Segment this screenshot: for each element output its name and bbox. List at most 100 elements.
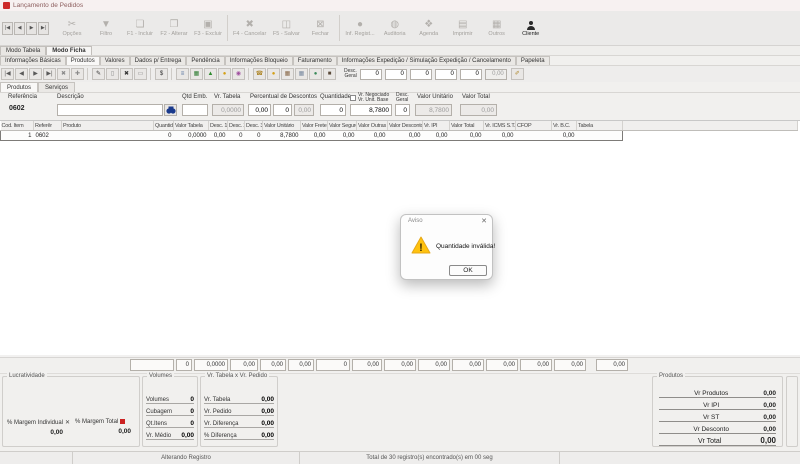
desconto-1-field[interactable] <box>248 104 271 116</box>
tab-informacoes-basicas[interactable]: Informações Básicas <box>0 56 66 65</box>
options-button[interactable]: ✂ Opções <box>55 13 89 43</box>
search-product-button[interactable] <box>164 104 177 116</box>
col-header[interactable]: Vr. ICMS S.T. <box>484 121 516 131</box>
edit-button[interactable]: ❐ F2 - Alterar <box>157 13 191 43</box>
col-header[interactable]: Desc. 2 <box>228 121 245 131</box>
tab-modo-ficha[interactable]: Modo Ficha <box>46 46 91 55</box>
box-icon[interactable]: ■ <box>323 68 336 80</box>
cell <box>577 131 623 141</box>
globe-icon[interactable]: ● <box>309 68 322 80</box>
col-header[interactable]: Cod. Item <box>1 121 34 131</box>
next-record-button[interactable]: ▶ <box>26 22 37 35</box>
desc-geral-form-field[interactable] <box>395 104 410 116</box>
yellow-dot-icon[interactable]: ● <box>218 68 231 80</box>
delete-item-icon[interactable]: ✖ <box>57 68 70 80</box>
close-button[interactable]: ⊠ Fechar <box>303 13 337 43</box>
tab-produtos[interactable]: Produtos <box>66 56 100 65</box>
save-button[interactable]: ◫ F5 - Salvar <box>269 13 303 43</box>
record-info-button[interactable]: ● Inf. Regist... <box>342 13 377 43</box>
tab-modo-tabela[interactable]: Modo Tabela <box>0 46 46 55</box>
desconto-2-field[interactable] <box>273 104 292 116</box>
cancel-button[interactable]: ✖ F4 - Cancelar <box>230 13 269 43</box>
toolbar-separator <box>150 68 151 80</box>
post-item-icon[interactable]: ▭ <box>134 68 147 80</box>
dollar-icon[interactable]: $ <box>155 68 168 80</box>
audit-icon: ◍ <box>390 20 399 30</box>
col-header[interactable]: Desc. 1 <box>209 121 228 131</box>
tab-dados-entrega[interactable]: Dados p/ Entrega <box>130 56 187 65</box>
cancel-item-icon[interactable]: ✖ <box>120 68 133 80</box>
dialog-close-icon[interactable]: ✕ <box>481 217 487 225</box>
agenda-button[interactable]: ❖ Agenda <box>412 13 446 43</box>
cell-filler <box>623 131 798 141</box>
edit-item-icon[interactable]: ✎ <box>92 68 105 80</box>
col-header[interactable]: Vr. IPI <box>423 121 450 131</box>
tab-produtos-itens[interactable]: Produtos <box>0 82 38 92</box>
arrow-up-icon[interactable]: ▲ <box>204 68 217 80</box>
desc-geral-field-4[interactable] <box>435 69 457 80</box>
filter-button[interactable]: ▼ Filtro <box>89 13 123 43</box>
last-item-icon[interactable]: ▶| <box>43 68 56 80</box>
prior-record-button[interactable]: ◀ <box>14 22 25 35</box>
col-header[interactable]: Valor Desconto <box>388 121 423 131</box>
spreadsheet-icon[interactable]: ▦ <box>190 68 203 80</box>
descricao-field[interactable] <box>57 104 163 116</box>
last-record-button[interactable]: ▶| <box>38 22 49 35</box>
dialog-ok-button[interactable]: OK <box>449 265 487 276</box>
next-item-icon[interactable]: ▶ <box>29 68 42 80</box>
col-header[interactable]: CFOP <box>516 121 552 131</box>
button-label: Outros <box>488 31 505 37</box>
tab-faturamento[interactable]: Faturamento <box>293 56 337 65</box>
insert-button[interactable]: ❏ F1 - Incluir <box>123 13 157 43</box>
others-button[interactable]: ▦ Outros <box>480 13 514 43</box>
col-header[interactable]: Valor Unitário <box>263 121 301 131</box>
col-header[interactable]: Valor Frete <box>301 121 328 131</box>
target-icon[interactable]: ◉ <box>232 68 245 80</box>
col-header[interactable]: Vr. B.C. <box>552 121 577 131</box>
tab-expedicao[interactable]: Informações Expedição / Simulação Expedi… <box>337 56 516 65</box>
insert-item-icon[interactable]: ✚ <box>71 68 84 80</box>
qtd-emb-field[interactable] <box>182 104 208 116</box>
col-header[interactable]: Desc. 3 <box>245 121 263 131</box>
view-item-icon[interactable]: ▯ <box>106 68 119 80</box>
tab-informacoes-bloqueio[interactable]: Informações Bloqueio <box>225 56 293 65</box>
desc-geral-field-1[interactable] <box>360 69 382 80</box>
panel-title: Produtos <box>657 373 685 379</box>
gold-dot-icon[interactable]: ● <box>267 68 280 80</box>
package-icon[interactable]: ▦ <box>281 68 294 80</box>
tab-papeleta[interactable]: Papeleta <box>516 56 550 65</box>
quantidade-field[interactable] <box>320 104 346 116</box>
table-icon[interactable]: ▦ <box>295 68 308 80</box>
prior-item-icon[interactable]: ◀ <box>15 68 28 80</box>
grid-row-selected[interactable]: 1 0602 0 0,0000 0,00 0 0 8,7800 0,00 0,0… <box>1 131 798 141</box>
desc-geral-field-2[interactable] <box>385 69 407 80</box>
total-cell: 0,0000 <box>194 359 228 371</box>
delete-button[interactable]: ▣ F3 - Excluir <box>191 13 225 43</box>
item-form: Referência 0602 Descrição Qtd Emb. Vr. T… <box>0 93 800 120</box>
print-button[interactable]: ▤ Imprimir <box>446 13 480 43</box>
audit-button[interactable]: ◍ Auditoria <box>378 13 412 43</box>
desc-geral-field-5[interactable] <box>460 69 482 80</box>
col-header[interactable]: Valor Total <box>450 121 484 131</box>
col-header[interactable]: Valor Seguro <box>328 121 357 131</box>
col-header[interactable]: Produto <box>62 121 154 131</box>
desc-geral-field-3[interactable] <box>410 69 432 80</box>
first-record-button[interactable]: |◀ <box>2 22 13 35</box>
tab-servicos[interactable]: Serviços <box>38 82 75 92</box>
referencia-value[interactable]: 0602 <box>9 105 25 112</box>
vr-negociado-field[interactable] <box>350 104 392 116</box>
first-item-icon[interactable]: |◀ <box>1 68 14 80</box>
col-header[interactable]: Valor Tabela <box>174 121 209 131</box>
col-header[interactable]: Tabela <box>577 121 623 131</box>
col-header[interactable]: Referêr <box>34 121 62 131</box>
vr-negociado-label: Vr. Negociado Vr. Unit. Base <box>358 93 389 103</box>
tab-pendencia[interactable]: Pendência <box>186 56 224 65</box>
vr-negociado-checkbox[interactable] <box>350 95 356 101</box>
stamp-icon[interactable]: ✐ <box>511 68 524 80</box>
tab-valores[interactable]: Valores <box>100 56 130 65</box>
list-icon[interactable]: ≡ <box>176 68 189 80</box>
phone-icon[interactable]: ☎ <box>253 68 266 80</box>
col-header[interactable]: Quantid <box>154 121 174 131</box>
col-header[interactable]: Valor Outras <box>357 121 388 131</box>
client-button[interactable]: Cliente <box>514 13 548 43</box>
